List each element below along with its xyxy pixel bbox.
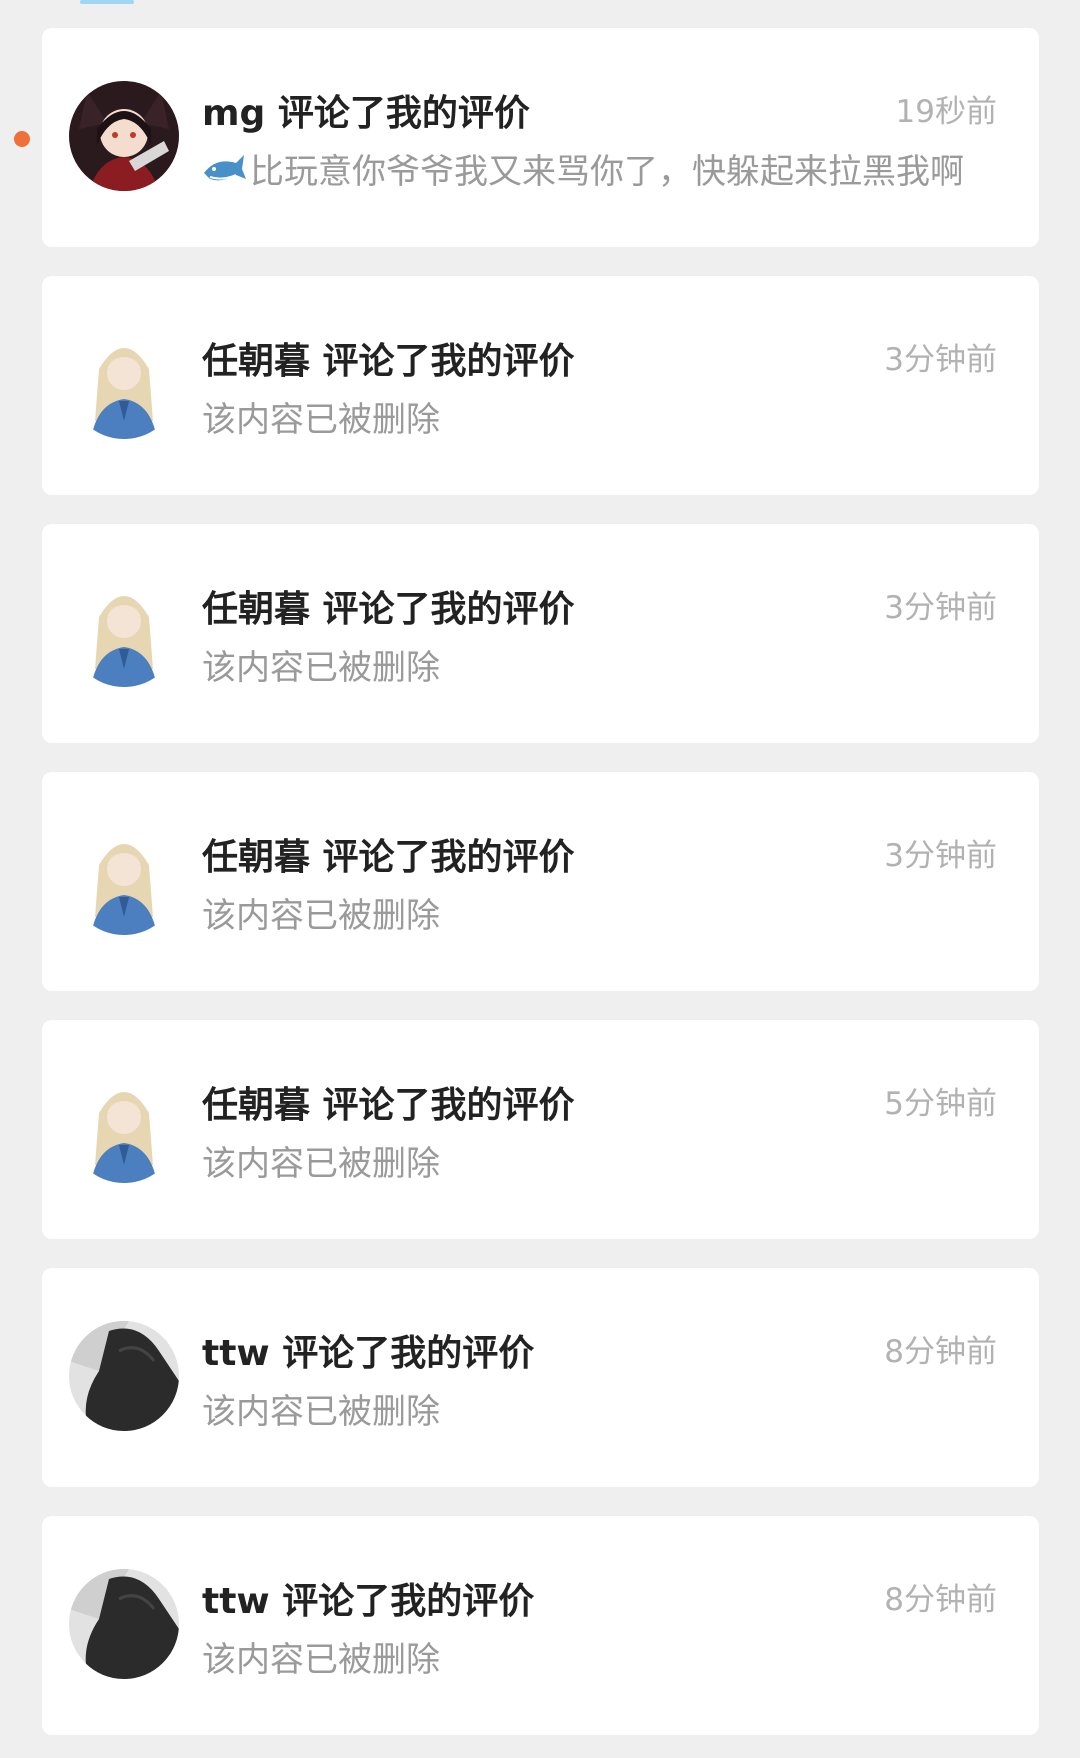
notification-title: 任朝暮 评论了我的评价 <box>202 837 575 878</box>
shark-emoji-icon <box>202 149 246 189</box>
notification-content: 比玩意你爷爷我又来骂你了，快躲起来拉黑我啊 <box>202 144 964 193</box>
notification-title: ttw 评论了我的评价 <box>202 1333 535 1374</box>
notification-card[interactable]: 任朝暮 评论了我的评价 该内容已被删除 3分钟前 <box>42 276 1039 495</box>
notification-title: 任朝暮 评论了我的评价 <box>202 341 575 382</box>
notification-card[interactable]: ttw 评论了我的评价 该内容已被删除 8分钟前 <box>42 1516 1039 1735</box>
notification-time: 3分钟前 <box>884 342 997 378</box>
notification-card[interactable]: 任朝暮 评论了我的评价 该内容已被删除 5分钟前 <box>42 1020 1039 1239</box>
blonde-girl-avatar[interactable] <box>69 825 179 935</box>
tab-indicator <box>80 0 134 4</box>
grey-photo-avatar[interactable] <box>69 1321 179 1431</box>
notification-card[interactable]: mg 评论了我的评价 比玩意你爷爷我又来骂你了，快躲起来拉黑我啊 19秒前 <box>14 28 1039 247</box>
notification-content: 该内容已被删除 <box>202 1144 440 1184</box>
notification-title: mg 评论了我的评价 <box>202 93 530 134</box>
notification-card[interactable]: 任朝暮 评论了我的评价 该内容已被删除 3分钟前 <box>42 524 1039 743</box>
notification-time: 19秒前 <box>895 94 997 130</box>
notification-content: 该内容已被删除 <box>202 896 440 936</box>
notification-time: 3分钟前 <box>884 838 997 874</box>
grey-photo-avatar[interactable] <box>69 1569 179 1679</box>
blonde-girl-avatar[interactable] <box>69 329 179 439</box>
fox-girl-avatar[interactable] <box>69 81 179 191</box>
blonde-girl-avatar[interactable] <box>69 577 179 687</box>
notification-content: 该内容已被删除 <box>202 648 440 688</box>
notification-title: 任朝暮 评论了我的评价 <box>202 1085 575 1126</box>
notification-time: 5分钟前 <box>884 1086 997 1122</box>
notification-content: 该内容已被删除 <box>202 1392 440 1432</box>
notification-title: ttw 评论了我的评价 <box>202 1581 535 1622</box>
notification-title: 任朝暮 评论了我的评价 <box>202 589 575 630</box>
notification-card[interactable]: 任朝暮 评论了我的评价 该内容已被删除 3分钟前 <box>42 772 1039 991</box>
blonde-girl-avatar[interactable] <box>69 1073 179 1183</box>
notification-time: 3分钟前 <box>884 590 997 626</box>
unread-dot <box>14 131 30 147</box>
notification-time: 8分钟前 <box>884 1334 997 1370</box>
notification-content: 该内容已被删除 <box>202 400 440 440</box>
notification-time: 8分钟前 <box>884 1582 997 1618</box>
notification-card[interactable]: ttw 评论了我的评价 该内容已被删除 8分钟前 <box>42 1268 1039 1487</box>
notification-content-text: 比玩意你爷爷我又来骂你了，快躲起来拉黑我啊 <box>250 152 964 192</box>
notification-content: 该内容已被删除 <box>202 1640 440 1680</box>
